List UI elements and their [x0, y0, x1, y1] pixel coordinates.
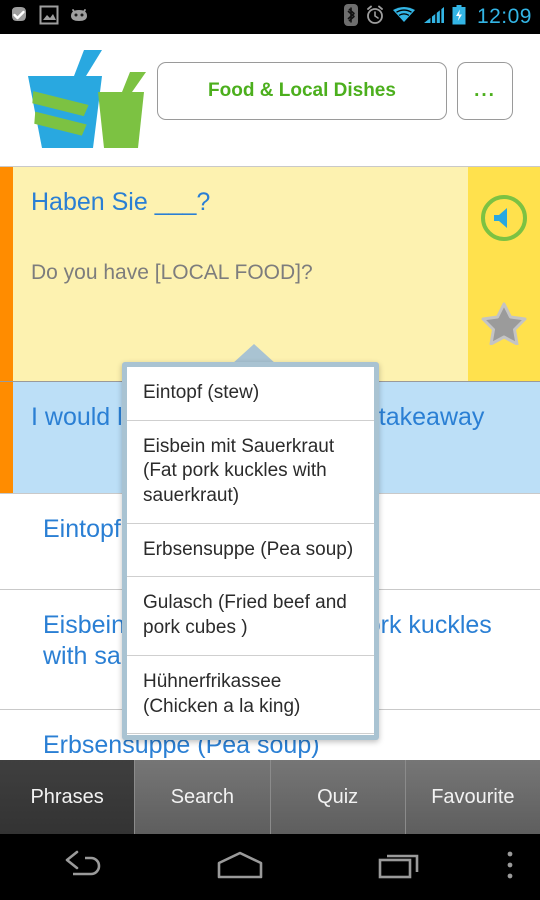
nav-back-button[interactable]: [0, 850, 160, 885]
status-bar-right-icons: 12:09: [343, 3, 532, 31]
category-title-label: Food & Local Dishes: [208, 80, 396, 101]
tab-search-label: Search: [170, 785, 235, 808]
nav-overflow-button[interactable]: [480, 849, 540, 886]
dropdown-pointer-arrow: [232, 344, 276, 364]
tab-favourite-label: Favourite: [431, 785, 515, 808]
tab-search[interactable]: Search: [135, 760, 271, 834]
status-bar: 12:09: [0, 0, 540, 34]
nav-home-button[interactable]: [160, 850, 320, 885]
tab-phrases-label: Phrases: [30, 785, 104, 808]
tab-favourite[interactable]: Favourite: [405, 760, 540, 834]
row-accent-bar: [0, 382, 13, 493]
app-header: Food & Local Dishes ...: [0, 34, 540, 166]
more-options-label: ...: [474, 80, 496, 101]
phrase-row-actions: [468, 167, 540, 381]
check-badge-icon: [8, 4, 30, 31]
bluetooth-icon: [343, 3, 358, 31]
favourite-star-icon[interactable]: [481, 301, 527, 347]
android-navigation-bar: [0, 834, 540, 900]
nav-recents-button[interactable]: [320, 850, 480, 885]
category-title-button[interactable]: Food & Local Dishes: [157, 62, 447, 120]
drinks-logo: [22, 48, 152, 156]
row-accent-spacer: [0, 590, 25, 709]
dropdown-item[interactable]: Hühnerfrikassee (Chicken a la king): [127, 656, 374, 735]
dropdown-list[interactable]: Eintopf (stew) Eisbein mit Sauerkraut (F…: [127, 367, 374, 735]
alarm-icon: [365, 5, 385, 30]
recents-icon: [376, 850, 424, 885]
wifi-icon: [392, 6, 416, 29]
status-bar-left-icons: [8, 4, 90, 31]
phrase-source-text: Haben Sie ___?: [31, 188, 211, 216]
dropdown-item[interactable]: Eintopf (stew): [127, 367, 374, 421]
row-accent-spacer: [0, 494, 25, 589]
home-icon: [214, 850, 266, 885]
phrase-target-text: Do you have [LOCAL FOOD]?: [31, 260, 313, 284]
row-accent-spacer: [0, 710, 25, 760]
dropdown-item[interactable]: Erbsensuppe (Pea soup): [127, 524, 374, 578]
tab-quiz-label: Quiz: [317, 785, 359, 808]
tab-quiz[interactable]: Quiz: [270, 760, 406, 834]
bottom-tab-bar: Phrases Search Quiz Favourite: [0, 760, 540, 834]
signal-icon: [423, 6, 445, 29]
dropdown-item[interactable]: Karpfen Blau (Boiled: [127, 734, 374, 735]
app-screen: 12:09 Food & Local Dishes ... Haben Sie …: [0, 0, 540, 900]
speak-icon[interactable]: [481, 195, 527, 241]
battery-charging-icon: [452, 4, 466, 30]
dropdown-item[interactable]: Gulasch (Fried beef and pork cubes ): [127, 577, 374, 656]
photo-icon: [39, 5, 59, 30]
overflow-menu-icon: [505, 849, 515, 886]
dropdown-item[interactable]: Eisbein mit Sauerkraut (Fat pork kuckles…: [127, 421, 374, 524]
android-face-icon: [68, 6, 90, 29]
status-bar-clock: 12:09: [476, 5, 532, 28]
row-accent-bar: [0, 167, 13, 381]
back-icon: [57, 850, 103, 885]
tab-phrases[interactable]: Phrases: [0, 760, 136, 834]
more-options-button[interactable]: ...: [457, 62, 513, 120]
local-food-dropdown[interactable]: Eintopf (stew) Eisbein mit Sauerkraut (F…: [122, 362, 379, 740]
